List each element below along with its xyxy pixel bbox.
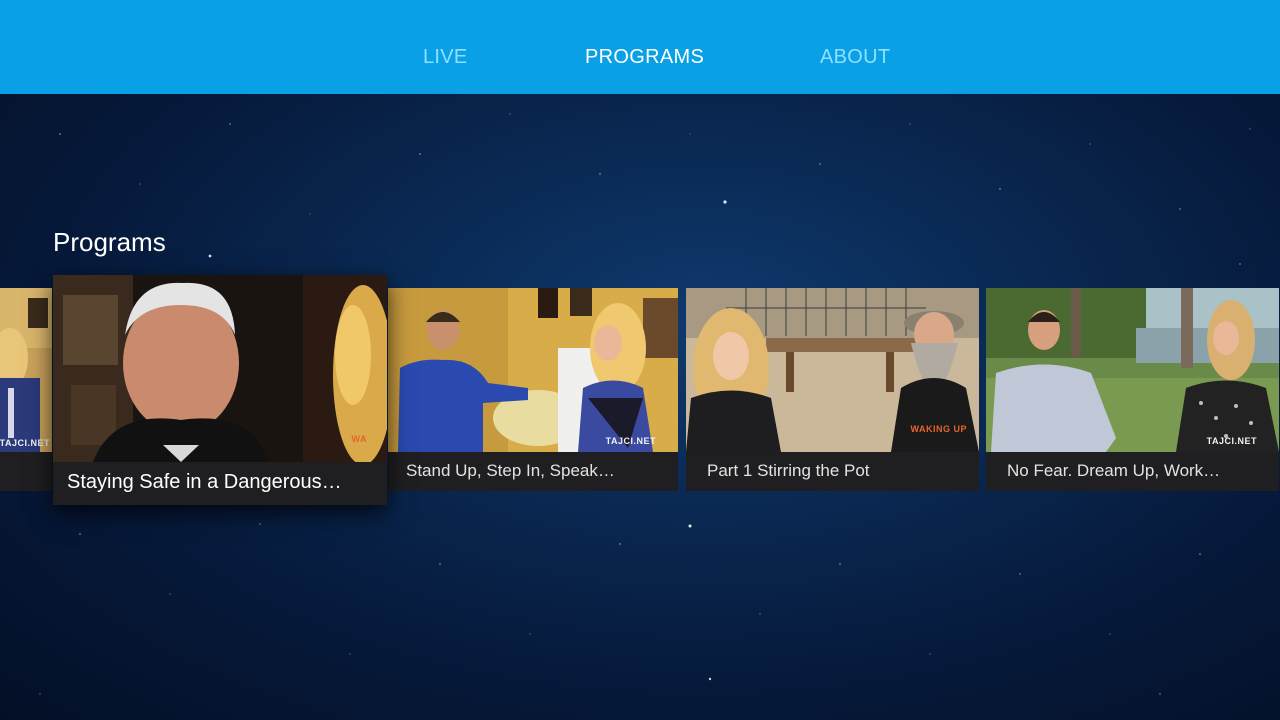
program-caption-empty <box>0 452 52 491</box>
nav-tab-live[interactable]: LIVE <box>423 46 468 69</box>
program-thumbnail: TAJCI.NET <box>0 288 52 452</box>
channel-watermark: TAJCI.NET <box>0 438 50 448</box>
channel-watermark: WA <box>351 434 367 444</box>
program-title: Part 1 Stirring the Pot <box>686 452 979 491</box>
nav-tab-programs[interactable]: PROGRAMS <box>585 46 704 69</box>
program-title: No Fear. Dream Up, Work… <box>986 452 1279 491</box>
program-thumbnail: WA <box>53 275 387 462</box>
nav-tab-about[interactable]: ABOUT <box>820 46 890 69</box>
program-thumbnail: TAJCI.NET <box>388 288 678 452</box>
top-navigation-bar: LIVE PROGRAMS ABOUT <box>0 0 1280 94</box>
program-title: Staying Safe in a Dangerous… <box>53 462 387 505</box>
program-thumbnail: WAKING UP <box>686 288 979 452</box>
section-title: Programs <box>53 227 166 257</box>
program-card-1[interactable]: WA Staying Safe in a Dangerous… <box>53 275 387 505</box>
program-card-3[interactable]: WAKING UP Part 1 Stirring the Pot <box>686 288 979 491</box>
program-title: Stand Up, Step In, Speak… <box>388 452 678 491</box>
program-card-2[interactable]: TAJCI.NET Stand Up, Step In, Speak… <box>388 288 678 491</box>
channel-watermark: WAKING UP <box>910 424 967 434</box>
program-thumbnail: TAJCI.NET <box>986 288 1279 452</box>
channel-watermark: TAJCI.NET <box>605 436 656 446</box>
channel-watermark: TAJCI.NET <box>1206 436 1257 446</box>
program-card-partial[interactable]: TAJCI.NET <box>0 288 52 491</box>
program-card-4[interactable]: TAJCI.NET No Fear. Dream Up, Work… <box>986 288 1279 491</box>
